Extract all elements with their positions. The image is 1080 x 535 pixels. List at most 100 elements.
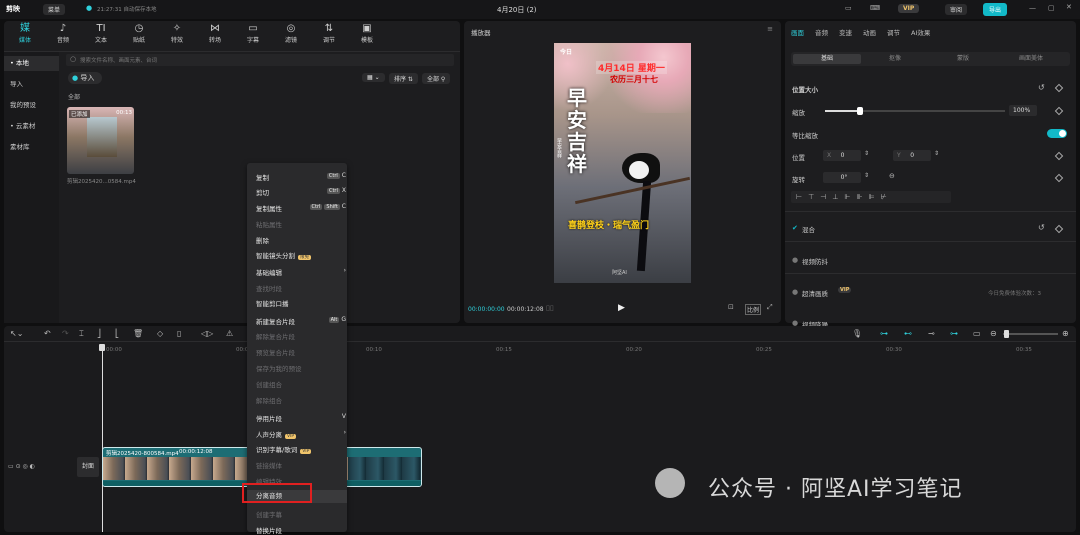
freeze-icon[interactable]: ▯ [177,329,181,338]
tool-tab-3[interactable]: ◷ 贴纸 [124,23,154,44]
enhance-checkbox[interactable]: ● [792,288,798,296]
inspector-tab-4[interactable]: 调节 [887,27,900,37]
zoom-slider[interactable] [1003,333,1058,335]
sidebar-item-3[interactable]: • 云素材 [4,119,59,134]
scale-slider-handle[interactable] [857,107,863,115]
export-button[interactable]: 导出 [983,3,1008,16]
blend-reset-icon[interactable]: ↺ [1038,223,1045,232]
tool-tab-4[interactable]: ✧ 特效 [162,23,192,44]
zoom-slider-handle[interactable] [1004,330,1009,338]
tool-tab-9[interactable]: ▣ 模板 [352,23,382,44]
position-x-input[interactable]: X 0 [823,150,861,161]
rotate-dial-icon[interactable]: ⊖ [889,172,895,180]
close-icon[interactable]: ✕ [1066,3,1072,11]
view-toggle-icon[interactable]: ▦ ⌄ [362,73,385,82]
menu-item-15[interactable]: 停用片段 V [256,413,346,423]
tool-tab-6[interactable]: ▭ 字幕 [238,23,268,44]
preview-axis-icon[interactable]: ⊶ [950,329,958,338]
sub-tab-cutout[interactable]: 抠像 [861,53,929,62]
rotate-keyframe-icon[interactable] [1054,173,1064,183]
tool-tab-8[interactable]: ⇅ 调节 [314,23,344,44]
auto-snap-icon[interactable]: ⊷ [904,329,912,338]
blend-checkbox[interactable]: ✔ [792,224,798,232]
menu-item-16[interactable]: 人声分离 VIP › [256,429,346,439]
select-tool-icon[interactable]: ↖⌄ [10,329,23,338]
menu-item-2[interactable]: 复制属性 Ctrl Shift C [256,203,346,213]
inspector-tab-5[interactable]: AI效果 [911,27,930,37]
vip-badge[interactable]: VIP [898,4,920,13]
split-icon[interactable]: ⌶ [79,329,84,339]
main-track-magnet-icon[interactable]: ⊶ [880,329,888,338]
filter-button[interactable]: 全部 ⚲ [422,73,451,84]
playhead[interactable] [102,344,103,532]
position-keyframe-icon[interactable] [1054,151,1064,161]
undo-icon[interactable]: ↶ [44,329,51,338]
reset-icon[interactable]: ↺ [1038,83,1045,92]
menu-item-5[interactable]: 智能镜头分割 限免 [256,250,340,260]
ratio-button[interactable]: 比例 [745,304,762,315]
stabilize-checkbox[interactable]: ● [792,256,798,264]
mark-icon[interactable]: ◇ [157,329,163,338]
split-left-icon[interactable]: ⎦ [97,329,101,338]
scale-keyframe-icon[interactable] [1054,106,1064,116]
timeline-mode-icon[interactable]: ▯▯ [546,304,554,312]
video-preview[interactable]: 今日 4月14日 星期一 农历三月十七 早安吉祥 早安吉祥 喜鹊登枝・瑞气盈门 … [554,43,691,283]
minimize-icon[interactable]: — [1029,4,1036,12]
sub-tab-body[interactable]: 画面美体 [997,53,1065,62]
menu-item-4[interactable]: 删除 [256,235,340,245]
search-box[interactable]: ○ 搜索文件名称、画面元素、台词 [66,54,454,66]
x-stepper-icon[interactable]: ⇕ [864,150,869,157]
inspector-tab-1[interactable]: 音频 [815,27,828,37]
y-stepper-icon[interactable]: ⇕ [934,150,939,157]
shortcut-icon[interactable]: ⌨ [870,4,880,12]
reverse-icon[interactable]: ◁▷ [201,329,213,338]
menu-item-22[interactable]: 替换片段 [256,525,340,535]
fullscreen-icon[interactable]: ⤢ [767,303,773,312]
mic-icon[interactable]: 🎙 [852,329,862,338]
rotate-stepper-icon[interactable]: ⇕ [864,172,869,179]
sub-tab-mask[interactable]: 蒙版 [929,53,997,62]
subtitle-icon[interactable]: ▭ [973,329,981,338]
redo-icon[interactable]: ↷ [62,329,69,338]
inspector-tab-2[interactable]: 变速 [839,27,852,37]
tool-tab-0[interactable]: 媒媒体 [10,23,40,44]
playhead-handle[interactable] [99,344,105,351]
inspector-tab-0[interactable]: 画面 [791,27,804,37]
position-y-input[interactable]: Y 0 [893,150,931,161]
align-toolbar[interactable]: ⊢⊤⊣⊥⊩⊪⊫⊬ [791,191,951,203]
sub-tab-basic[interactable]: 基础 [793,53,861,62]
blend-keyframe-icon[interactable] [1054,224,1064,234]
media-thumbnail[interactable]: 已添加 00:13 [67,107,134,174]
fit-icon[interactable]: ⊡ [728,303,734,311]
zoom-in-icon[interactable]: ⊕ [1062,329,1069,338]
track-icons[interactable]: ▭ ⊙ ◎ ◐ [8,463,35,470]
menu-item-17[interactable]: 识别字幕/歌词 VIP [256,444,340,454]
sidebar-item-2[interactable]: 我的预设 [4,98,59,113]
uniform-scale-toggle[interactable] [1047,129,1067,138]
delete-icon[interactable]: 🗑 [133,329,143,338]
menu-item-1[interactable]: 剪切 Ctrl X [256,187,346,197]
menu-item-9[interactable]: 新建复合片段 Alt G [256,316,346,326]
player-menu-icon[interactable]: ≡ [767,25,773,33]
menu-item-0[interactable]: 复制 Ctrl C [256,172,346,182]
menu-button[interactable]: 菜单 [43,4,66,15]
tool-tab-1[interactable]: ♪ 音频 [48,23,78,44]
cover-button[interactable]: 封面 [77,457,99,477]
keyframe-icon[interactable] [1054,83,1064,93]
scale-input[interactable]: 100% [1009,105,1037,116]
zoom-out-icon[interactable]: ⊖ [990,329,997,338]
inspector-tab-3[interactable]: 动画 [863,27,876,37]
play-icon[interactable]: ▶ [618,303,625,313]
tool-tab-7[interactable]: ◎ 滤镜 [276,23,306,44]
tool-tab-2[interactable]: TI 文本 [86,23,116,44]
split-right-icon[interactable]: ⎣ [115,329,119,338]
import-button[interactable]: ● 导入 [68,72,102,84]
sidebar-item-4[interactable]: 素材库 [4,140,59,155]
maximize-icon[interactable]: ▢ [1048,4,1055,12]
layout-icon[interactable]: ▭ [845,4,852,12]
sidebar-item-1[interactable]: 导入 [4,77,59,92]
review-button[interactable]: 审阅 [945,4,968,15]
rotate-input[interactable]: 0° [823,172,861,183]
tool-tab-5[interactable]: ⋈ 转场 [200,23,230,44]
menu-item-8[interactable]: 智能剪口播 [256,298,340,308]
